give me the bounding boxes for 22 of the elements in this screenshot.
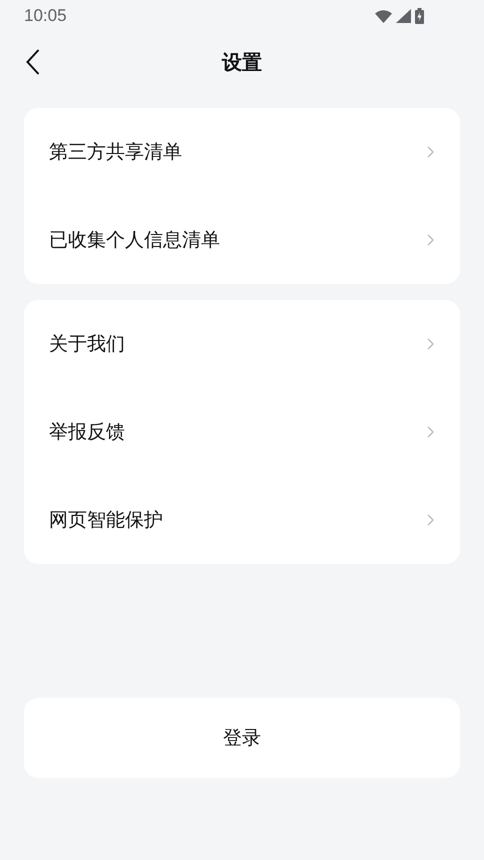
row-label: 第三方共享清单	[49, 140, 182, 165]
chevron-right-icon	[427, 234, 434, 246]
settings-row[interactable]: 第三方共享清单	[24, 108, 460, 196]
settings-row[interactable]: 已收集个人信息清单	[24, 196, 460, 284]
settings-row[interactable]: 举报反馈	[24, 388, 460, 476]
chevron-right-icon	[427, 146, 434, 158]
battery-icon	[415, 8, 424, 24]
status-time: 10:05	[24, 6, 67, 26]
back-icon[interactable]	[26, 49, 40, 75]
wifi-icon	[375, 10, 392, 22]
row-label: 关于我们	[49, 332, 125, 357]
login-button[interactable]: 登录	[24, 698, 460, 778]
settings-row[interactable]: 关于我们	[24, 300, 460, 388]
settings-row[interactable]: 网页智能保护	[24, 476, 460, 564]
row-label: 举报反馈	[49, 420, 125, 445]
chevron-right-icon	[427, 514, 434, 526]
signal-icon	[396, 9, 411, 23]
chevron-right-icon	[427, 338, 434, 350]
row-label: 网页智能保护	[49, 508, 163, 533]
chevron-right-icon	[427, 426, 434, 438]
row-label: 已收集个人信息清单	[49, 228, 220, 253]
page-title: 设置	[222, 48, 262, 76]
